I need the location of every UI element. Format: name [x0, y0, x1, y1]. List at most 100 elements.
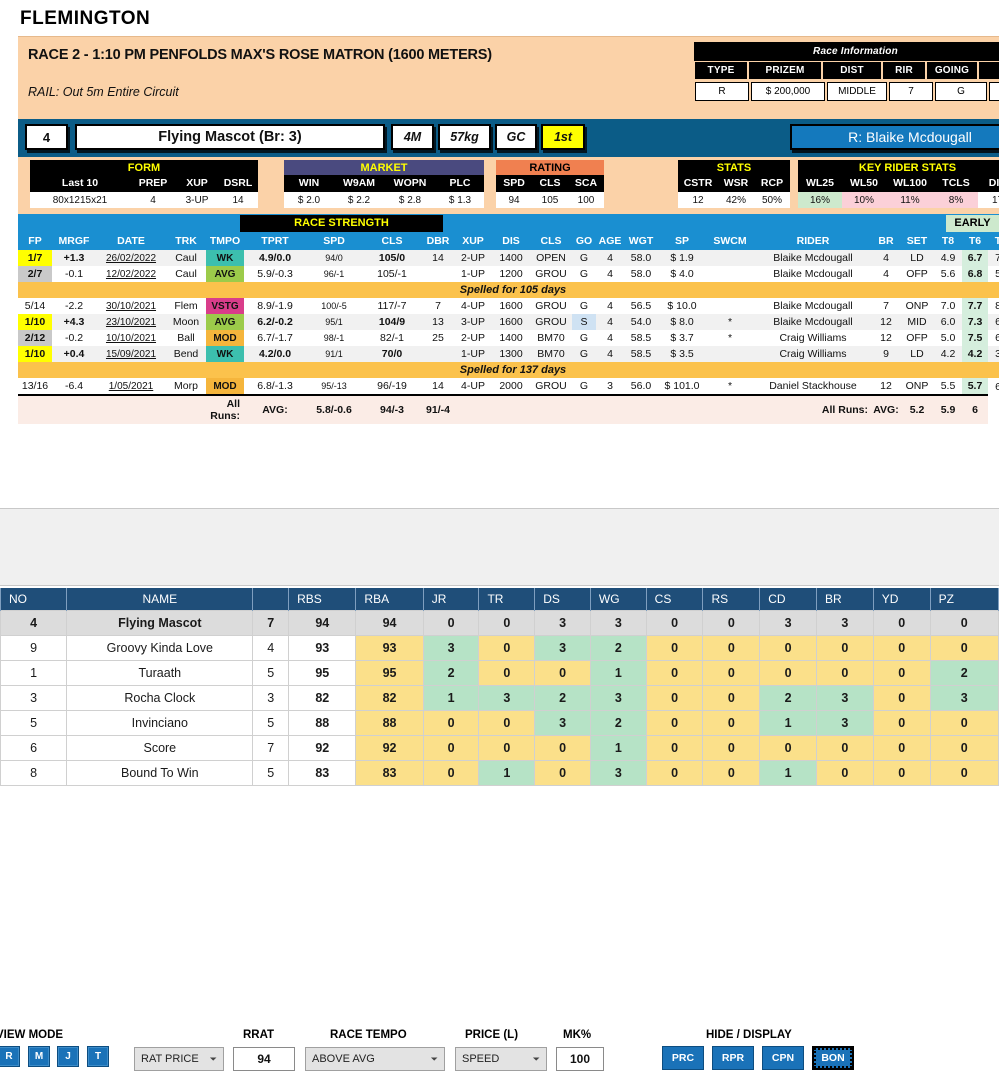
form-cell-wgt: 58.5: [624, 346, 658, 362]
form-th-mrgf[interactable]: MRGF: [52, 233, 96, 250]
view-mode-button-t[interactable]: T: [87, 1046, 109, 1067]
grid-cell-br: 0: [816, 635, 874, 661]
form-th-tmpo[interactable]: TMPO: [206, 233, 244, 250]
form-cell-tmpo: AVG: [206, 314, 244, 330]
table-row[interactable]: 3 Rocha Clock 3 82 82 1 3 2 3 0 0 2 3 0 3: [0, 685, 999, 711]
grid-th-jr[interactable]: JR: [422, 588, 480, 611]
runner-number[interactable]: 4: [25, 124, 68, 150]
form-cell-fp: 2/12: [18, 330, 52, 346]
form-th-sp[interactable]: SP: [658, 233, 706, 250]
grid-cell-trunc: 5: [252, 710, 290, 736]
hide-display-button-cpn[interactable]: CPN: [762, 1046, 804, 1070]
form-th-t[interactable]: T: [988, 233, 999, 250]
form-th-set[interactable]: SET: [900, 233, 934, 250]
view-mode-button-r[interactable]: R: [0, 1046, 20, 1067]
rat-price-select[interactable]: RAT PRICE ⏷: [134, 1047, 224, 1071]
grid-th-ds[interactable]: DS: [534, 588, 591, 611]
table-row[interactable]: 1 Turaath 5 95 95 2 0 0 1 0 0 0 0 0 2: [0, 660, 999, 686]
form-th-br[interactable]: BR: [872, 233, 900, 250]
hide-display-button-prc[interactable]: PRC: [662, 1046, 704, 1070]
grid-th-name[interactable]: NAME: [66, 588, 254, 611]
table-row[interactable]: 5 Invinciano 5 88 88 0 0 3 2 0 0 1 3 0 0: [0, 710, 999, 736]
form-th-dis[interactable]: DIS: [492, 233, 530, 250]
form-th-wgt[interactable]: WGT: [624, 233, 658, 250]
view-mode-button-j[interactable]: J: [57, 1046, 79, 1067]
form-cell-tmpo: WK: [206, 346, 244, 362]
form-cell-date[interactable]: 30/10/2021: [96, 298, 166, 314]
form-cell-dis: 1400: [492, 250, 530, 266]
hide-display-button-rpr[interactable]: RPR: [712, 1046, 754, 1070]
grid-th-yd[interactable]: YD: [872, 588, 931, 611]
grid-th-rs[interactable]: RS: [702, 588, 761, 611]
form-th-dbr[interactable]: DBR: [422, 233, 454, 250]
grid-cell-rs: 0: [702, 685, 761, 711]
grid-cell-rba: 88: [355, 710, 424, 736]
form-th-xup[interactable]: XUP: [454, 233, 492, 250]
runner-last-start-badge: 1st: [541, 124, 585, 150]
grid-th-pz[interactable]: PZ: [929, 588, 999, 611]
grid-th-rbs[interactable]: RBS: [288, 588, 357, 611]
race-tempo-select[interactable]: ABOVE AVG ⏷: [305, 1047, 445, 1071]
grid-th-hidden[interactable]: [252, 588, 290, 611]
form-th-fp[interactable]: FP: [18, 233, 52, 250]
form-cell-date[interactable]: 23/10/2021: [96, 314, 166, 330]
grid-th-br[interactable]: BR: [816, 588, 874, 611]
runner-rider-banner[interactable]: R: Blaike Mcdougall: [790, 124, 999, 150]
form-cell-date[interactable]: 12/02/2022: [96, 266, 166, 282]
mk-percent-input[interactable]: 100: [556, 1047, 604, 1071]
hide-display-button-bon[interactable]: BON: [812, 1046, 854, 1070]
grid-cell-rbs: 92: [288, 735, 357, 761]
form-cell-t6: 6.8: [962, 266, 988, 282]
form-th-rider[interactable]: RIDER: [754, 233, 872, 250]
form-cell-age: 4: [596, 314, 624, 330]
grid-cell-jr: 0: [422, 710, 480, 736]
form-th-cls2[interactable]: CLS: [530, 233, 572, 250]
runner-name[interactable]: Flying Mascot (Br: 3): [75, 124, 385, 150]
form-cell-date[interactable]: 10/10/2021: [96, 330, 166, 346]
form-run-row[interactable]: 1/10 +0.4 15/09/2021 Bend WK 4.2/0.0 91/1 70/0 1…: [18, 346, 999, 362]
table-row[interactable]: 8 Bound To Win 5 83 83 0 1 0 3 0 0 1 0 0 0: [0, 760, 999, 786]
early-badge: EARLY: [946, 215, 999, 232]
table-row[interactable]: 9 Groovy Kinda Love 4 93 93 3 0 3 2 0 0 0 0 0 0: [0, 635, 999, 661]
grid-th-rba[interactable]: RBA: [355, 588, 424, 611]
stats-header-cstr: CSTR: [683, 177, 713, 189]
table-row[interactable]: 4 Flying Mascot 7 94 94 0 0 3 3 0 0 3 3 0 0: [0, 610, 999, 636]
form-cell-t: 8: [988, 298, 999, 314]
stats-header-rcp: RCP: [760, 177, 784, 189]
form-th-swcm[interactable]: SWCM: [706, 233, 754, 250]
grid-th-wg[interactable]: WG: [589, 588, 647, 611]
price-select[interactable]: SPEED ⏷: [455, 1047, 547, 1071]
grid-th-cs[interactable]: CS: [645, 588, 704, 611]
grid-th-tr[interactable]: TR: [478, 588, 536, 611]
form-th-t6[interactable]: T6: [962, 233, 988, 250]
form-cell-tprt: 4.2/0.0: [244, 346, 306, 362]
stats-strip: FORM Last 10 PREP XUP DSRL 80x1215x21 4 …: [18, 157, 999, 214]
form-run-row[interactable]: 1/10 +4.3 23/10/2021 Moon AVG 6.2/-0.2 95/1 104…: [18, 314, 999, 330]
grid-cell-name: Flying Mascot: [66, 610, 254, 636]
form-th-trk[interactable]: TRK: [166, 233, 206, 250]
form-cell-spd: 95/1: [306, 314, 362, 330]
rrat-input[interactable]: 94: [233, 1047, 295, 1071]
form-cell-date[interactable]: 15/09/2021: [96, 346, 166, 362]
form-run-row[interactable]: 13/16 -6.4 1/05/2021 Morp MOD 6.8/-1.3 95/-13 9…: [18, 378, 999, 395]
kr-value-dis: 17: [978, 192, 999, 208]
form-cell-fp: 1/7: [18, 250, 52, 266]
form-cell-date[interactable]: 1/05/2021: [96, 378, 166, 395]
form-th-date[interactable]: DATE: [96, 233, 166, 250]
form-run-row[interactable]: 2/7 -0.1 12/02/2022 Caul AVG 5.9/-0.3 96/-1 105…: [18, 266, 999, 282]
form-run-row[interactable]: 2/12 -0.2 10/10/2021 Ball MOD 6.7/-1.7 98/-1 82…: [18, 330, 999, 346]
form-th-tprt[interactable]: TPRT: [244, 233, 306, 250]
form-run-row[interactable]: 5/14 -2.2 30/10/2021 Flem VSTG 8.9/-1.9 100/-5…: [18, 298, 999, 314]
form-th-cls[interactable]: CLS: [362, 233, 422, 250]
form-cell-t: 3: [988, 346, 999, 362]
form-th-age[interactable]: AGE: [596, 233, 624, 250]
table-row[interactable]: 6 Score 7 92 92 0 0 0 1 0 0 0 0 0 0: [0, 735, 999, 761]
form-cell-date[interactable]: 26/02/2022: [96, 250, 166, 266]
form-th-go[interactable]: GO: [572, 233, 596, 250]
grid-th-no[interactable]: NO: [0, 588, 68, 611]
form-run-row[interactable]: 1/7 +1.3 26/02/2022 Caul WK 4.9/0.0 94/0 105/0 1…: [18, 250, 999, 266]
form-th-spd[interactable]: SPD: [306, 233, 362, 250]
grid-th-cd[interactable]: CD: [759, 588, 817, 611]
view-mode-button-m[interactable]: M: [28, 1046, 50, 1067]
form-th-t8[interactable]: T8: [934, 233, 962, 250]
